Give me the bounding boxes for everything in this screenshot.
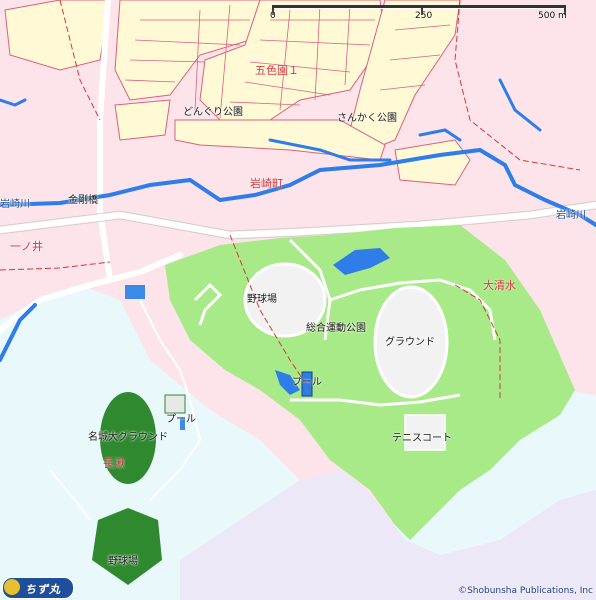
- place-label-iwasaki-river-east: 岩崎川: [556, 210, 586, 221]
- scale-label-0: 0: [270, 11, 276, 21]
- place-label-ichinoi: 一ノ井: [10, 240, 43, 253]
- map-canvas[interactable]: 0 250 500 m 五色園１ どんぐり公園 さんかく公園 岩崎町 岩崎川 岩…: [0, 0, 596, 600]
- scale-label-500: 500 m: [538, 11, 567, 21]
- scale-bar: 0 250 500 m: [270, 2, 570, 21]
- blue-building: [125, 285, 145, 299]
- place-label-baseball-field-south: 野球場: [108, 556, 138, 567]
- place-label-ground: グラウンド: [385, 337, 435, 348]
- place-label-meijo-ground: 名城大グラウンド: [88, 432, 168, 443]
- place-label-sports-park: 総合運動公園: [306, 323, 366, 334]
- logo-text: ちず丸: [25, 583, 61, 596]
- place-label-nagakute: 長湫: [103, 457, 125, 470]
- place-label-goshikien: 五色園１: [255, 64, 299, 77]
- place-label-baseball-field: 野球場: [247, 294, 277, 305]
- chizumaru-logo[interactable]: ちず丸: [2, 577, 74, 599]
- scale-bar-line: [273, 5, 565, 9]
- place-label-iwasaki-town: 岩崎町: [250, 177, 283, 190]
- place-label-pool-main: プール: [292, 377, 322, 388]
- place-label-iwasaki-river: 岩崎川: [0, 199, 30, 210]
- scale-label-250: 250: [415, 11, 433, 21]
- place-label-tennis-court: テニスコート: [392, 433, 452, 444]
- place-label-sankaku-park: さんかく公園: [337, 113, 397, 124]
- place-label-donguri-park: どんぐり公園: [183, 107, 243, 118]
- place-label-pool-west: プール: [166, 414, 196, 425]
- pool-west-shape: [164, 394, 186, 414]
- place-label-osimizu: 大清水: [483, 279, 516, 292]
- map-base-layer: [0, 0, 596, 600]
- logo-badge-icon: [4, 579, 20, 595]
- place-label-kongo-bridge: 金剛橋: [68, 195, 98, 206]
- copyright-notice: ©Shobunsha Publications, Inc: [458, 586, 593, 596]
